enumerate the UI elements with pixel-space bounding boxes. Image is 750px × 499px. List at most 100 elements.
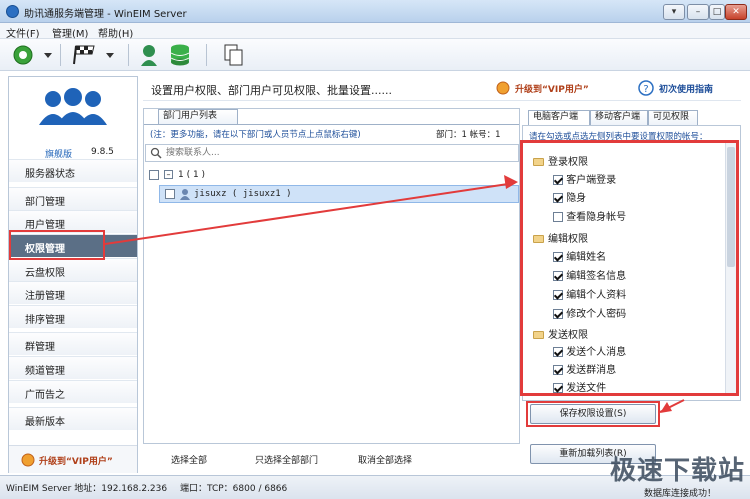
checkbox[interactable]	[553, 383, 563, 393]
close-icon: ✕	[732, 7, 740, 17]
maximize-button[interactable]: □	[709, 4, 725, 20]
perm-send-group-message[interactable]: 发送群消息	[553, 361, 616, 379]
perm-edit-name[interactable]: 编辑姓名	[553, 248, 606, 266]
user-tree: – 1 ( 1 ) jisuxz ( jisuxz1 )	[145, 167, 519, 203]
database-tool-button[interactable]	[168, 42, 192, 68]
perm-label: 发送文件	[566, 383, 607, 394]
tab-visibility[interactable]: 可见权限	[648, 110, 698, 125]
checkbox[interactable]	[553, 365, 563, 375]
perm-change-password[interactable]: 修改个人密码	[553, 305, 626, 323]
group-edit[interactable]: 编辑权限	[533, 230, 588, 248]
perm-send-file[interactable]: 发送文件	[553, 379, 606, 397]
permission-scrollbar[interactable]	[725, 143, 736, 393]
dept-checkbox[interactable]	[149, 170, 159, 180]
dept-label: 1 ( 1 )	[178, 170, 206, 180]
arrow-to-save	[659, 399, 685, 413]
tab-mobile-client[interactable]: 移动客户端	[590, 110, 648, 125]
settings-tool-button[interactable]	[10, 42, 54, 68]
collapse-icon[interactable]: –	[164, 170, 173, 179]
help-guide-link[interactable]: 初次使用指南	[659, 82, 713, 95]
tab-pc-client[interactable]: 电脑客户端	[528, 110, 590, 125]
sidebar-item-broadcast[interactable]: 广而告之	[9, 380, 137, 403]
account-counts: 部门：1 帐号：1	[436, 130, 501, 140]
sidebar-item-department[interactable]: 部门管理	[9, 187, 137, 210]
question-icon: ▾	[671, 7, 677, 17]
sidebar-upgrade-link[interactable]: 升级到“VIP用户”	[9, 445, 137, 473]
select-departments-button[interactable]: 只选择全部部门	[255, 453, 318, 466]
perm-label: 修改个人密码	[566, 309, 627, 320]
sidebar-item-label: 注册管理	[25, 291, 65, 302]
tree-dept-node[interactable]: – 1 ( 1 )	[145, 167, 519, 185]
scroll-thumb[interactable]	[727, 147, 735, 267]
checkbox[interactable]	[553, 347, 563, 357]
medal-icon	[21, 453, 35, 467]
checkbox[interactable]	[553, 252, 563, 262]
perm-label: 编辑签名信息	[566, 271, 627, 282]
flag-tool-button[interactable]	[68, 42, 118, 68]
sidebar: 旗舰版 9.8.5 服务器状态 部门管理 用户管理 权限管理 云盘权限 注册管理…	[8, 76, 138, 473]
sidebar-item-cloud-permissions[interactable]: 云盘权限	[9, 258, 137, 281]
perm-label: 隐身	[566, 193, 587, 204]
folder-icon	[533, 235, 544, 243]
copy-icon	[224, 44, 243, 66]
connection-status: 数据库连接成功！	[644, 489, 717, 499]
sidebar-item-latest-version[interactable]: 最新版本	[9, 407, 137, 430]
perm-send-message[interactable]: 发送个人消息	[553, 343, 626, 361]
help-icon: ?	[638, 80, 654, 96]
minimize-button[interactable]: –	[687, 4, 709, 20]
user-label: jisuxz ( jisuxz1 )	[194, 189, 292, 199]
database-icon	[170, 44, 190, 66]
group-login[interactable]: 登录权限	[533, 153, 588, 171]
tree-user-node[interactable]: jisuxz ( jisuxz1 )	[159, 185, 519, 203]
app-icon	[6, 5, 19, 18]
user-gear-tool-button[interactable]	[138, 42, 162, 68]
toolbar	[0, 39, 750, 71]
sidebar-item-sorting[interactable]: 排序管理	[9, 305, 137, 328]
search-icon	[150, 147, 162, 159]
perm-invisible[interactable]: 隐身	[553, 189, 586, 207]
copy-tool-button[interactable]	[222, 42, 246, 68]
maximize-icon: □	[712, 7, 722, 17]
selection-actions: 选择全部 只选择全部部门 取消全部选择	[143, 446, 520, 473]
checkbox[interactable]	[553, 290, 563, 300]
tab-department-users[interactable]: 部门用户列表	[158, 109, 238, 124]
group-label: 发送权限	[548, 330, 588, 341]
sidebar-upgrade-label: 升级到“VIP用户”	[39, 457, 113, 467]
search-input[interactable]	[166, 146, 506, 160]
checkered-flag-icon	[73, 45, 114, 65]
gear-icon	[13, 45, 52, 65]
user-checkbox[interactable]	[165, 189, 175, 199]
folder-icon	[533, 331, 544, 339]
deselect-all-button[interactable]: 取消全部选择	[358, 453, 412, 466]
user-icon	[180, 189, 190, 200]
checkbox[interactable]	[553, 271, 563, 281]
help-window-button[interactable]: ▾	[663, 4, 685, 20]
checkbox[interactable]	[553, 193, 563, 203]
close-button[interactable]: ✕	[725, 4, 747, 20]
sidebar-item-label: 部门管理	[25, 197, 65, 208]
sidebar-item-registration[interactable]: 注册管理	[9, 281, 137, 304]
search-box[interactable]	[145, 144, 519, 162]
sidebar-item-label: 群管理	[25, 342, 55, 353]
sidebar-item-groups[interactable]: 群管理	[9, 332, 137, 355]
perm-edit-profile[interactable]: 编辑个人资料	[553, 286, 626, 304]
perm-edit-signature[interactable]: 编辑签名信息	[553, 267, 626, 285]
sidebar-item-server-status[interactable]: 服务器状态	[9, 159, 137, 182]
group-label: 编辑权限	[548, 234, 588, 245]
sidebar-item-channels[interactable]: 频道管理	[9, 356, 137, 379]
watermark: 极速下载站	[610, 456, 746, 486]
header-upgrade-link[interactable]: 升级到“VIP用户”	[515, 82, 589, 95]
checkbox[interactable]	[553, 212, 563, 222]
menu-file[interactable]: 文件(F)	[6, 25, 40, 40]
server-ports: 端口：TCP：6800 / 6866	[180, 484, 288, 494]
perm-client-login[interactable]: 客户端登录	[553, 171, 616, 189]
perm-label: 发送群消息	[566, 365, 617, 376]
checkbox[interactable]	[553, 309, 563, 319]
perm-view-invisible[interactable]: 查看隐身帐号	[553, 208, 626, 226]
highlight-box-save	[526, 401, 660, 427]
select-all-button[interactable]: 选择全部	[171, 453, 207, 466]
menu-help[interactable]: 帮助(H)	[98, 25, 133, 40]
checkbox[interactable]	[553, 175, 563, 185]
group-send[interactable]: 发送权限	[533, 326, 588, 344]
menu-manage[interactable]: 管理(M)	[52, 25, 88, 40]
